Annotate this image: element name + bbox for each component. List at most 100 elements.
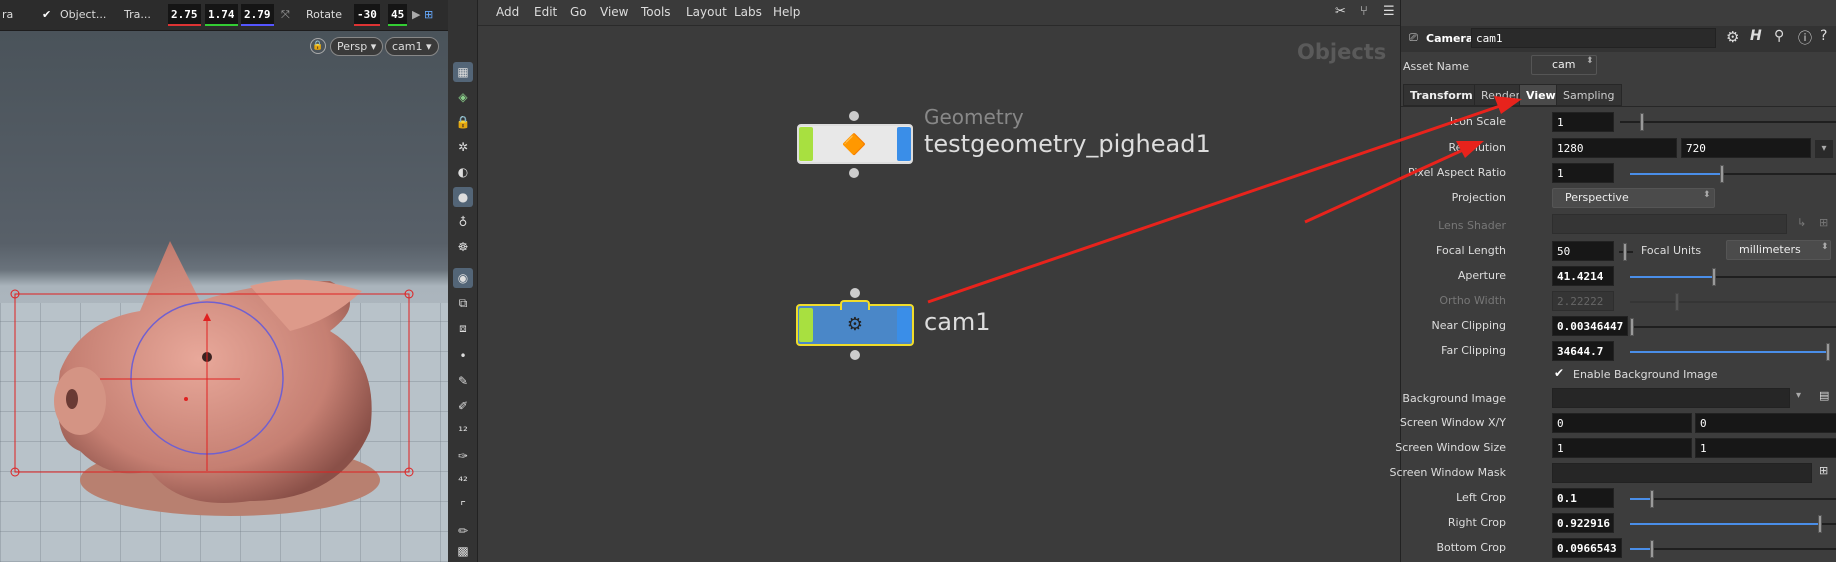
- right-crop-slider[interactable]: [1630, 515, 1836, 533]
- geometry-node-name[interactable]: testgeometry_pighead1: [924, 130, 1211, 158]
- screen-window-mask-field[interactable]: [1552, 463, 1812, 483]
- transform-menu[interactable]: Tra...: [124, 8, 151, 21]
- aperture-field[interactable]: 41.4214: [1552, 266, 1614, 286]
- tools-icon[interactable]: ✂: [1335, 4, 1346, 19]
- geometry-node[interactable]: 🔶: [797, 111, 913, 178]
- geometry-view-icon[interactable]: ☸: [453, 237, 473, 257]
- menu-edit[interactable]: Edit: [534, 5, 557, 19]
- geometry-node-icon: 🔶: [841, 132, 867, 156]
- focal-length-label: Focal Length: [1436, 244, 1506, 257]
- pixel-aspect-slider[interactable]: [1630, 165, 1836, 183]
- menu-layout[interactable]: Layout: [686, 5, 727, 19]
- menu-help[interactable]: Help: [773, 5, 800, 19]
- translate-y-field[interactable]: 1.74: [205, 4, 238, 26]
- left-crop-field[interactable]: 0.1: [1552, 488, 1614, 508]
- screen-window-y-field[interactable]: 0: [1695, 413, 1836, 433]
- node-chooser-icon[interactable]: ⊞: [1819, 464, 1828, 477]
- resolution-menu-icon[interactable]: ▾: [1815, 140, 1833, 158]
- info-icon[interactable]: ⓘ: [1798, 28, 1812, 48]
- sphere-icon[interactable]: ◐: [453, 162, 473, 182]
- far-clipping-field[interactable]: 34644.7: [1552, 341, 1614, 361]
- menu-go[interactable]: Go: [570, 5, 587, 19]
- resolution-x-field[interactable]: 1280: [1552, 138, 1677, 158]
- lock-tool-icon[interactable]: 🔒: [453, 112, 473, 132]
- screen-window-x-field[interactable]: 0: [1552, 413, 1692, 433]
- camera-view-icon[interactable]: ◉: [453, 268, 473, 288]
- node-name-field[interactable]: cam1: [1471, 28, 1716, 48]
- node-output-port[interactable]: [850, 350, 860, 360]
- question-icon[interactable]: ?: [1820, 28, 1827, 44]
- bg-image-menu-icon[interactable]: ▾: [1796, 390, 1801, 401]
- icon-scale-slider[interactable]: [1620, 113, 1836, 131]
- checkmark-icon[interactable]: ✔: [42, 8, 51, 21]
- right-crop-label: Right Crop: [1447, 516, 1506, 529]
- list-icon[interactable]: ☰: [1383, 4, 1395, 19]
- bulb-icon[interactable]: ♁: [453, 212, 473, 232]
- bg-image-field[interactable]: [1552, 388, 1790, 408]
- node-input-port[interactable]: [849, 111, 859, 121]
- pen-icon[interactable]: ✐: [453, 396, 473, 416]
- screen-window-size-y-field[interactable]: 1: [1695, 438, 1836, 458]
- right-crop-field[interactable]: 0.922916: [1552, 513, 1614, 533]
- transform-handle-icon[interactable]: ⤧: [281, 8, 290, 22]
- brush-icon[interactable]: ✎: [453, 371, 473, 391]
- object-menu[interactable]: Object...: [60, 8, 106, 21]
- pixel-aspect-field[interactable]: 1: [1552, 163, 1614, 183]
- focal-length-slider[interactable]: [1619, 243, 1633, 261]
- enable-bg-checkbox[interactable]: ✔: [1554, 366, 1564, 380]
- camera-node[interactable]: ⚙: [796, 288, 914, 360]
- help-h-icon[interactable]: H: [1750, 28, 1762, 44]
- node-output-port[interactable]: [849, 168, 859, 178]
- menu-tools[interactable]: Tools: [641, 5, 671, 19]
- translate-x-field[interactable]: 2.75: [168, 4, 201, 26]
- focal-length-field[interactable]: 50: [1552, 241, 1614, 261]
- paint-icon[interactable]: ✑: [453, 446, 473, 466]
- component-icon[interactable]: ◈: [453, 87, 473, 107]
- ortho-width-label: Ortho Width: [1439, 294, 1506, 307]
- bottom-crop-field[interactable]: 0.0966543: [1552, 538, 1622, 558]
- select-tool-icon[interactable]: ▦: [453, 62, 473, 82]
- network-editor[interactable]: [478, 0, 1400, 562]
- gear-icon[interactable]: ⚙: [1726, 28, 1739, 46]
- corner-icon[interactable]: ⌜: [453, 496, 473, 516]
- link-icon[interactable]: ⧉: [453, 293, 473, 313]
- resolution-y-field[interactable]: 720: [1681, 138, 1811, 158]
- menu-view[interactable]: View: [600, 5, 628, 19]
- pig-head-model[interactable]: [0, 31, 448, 562]
- number-icon[interactable]: ⁴²: [453, 471, 473, 491]
- bottom-crop-slider[interactable]: [1630, 540, 1836, 558]
- camera-node-name[interactable]: cam1: [924, 308, 991, 336]
- near-clipping-slider[interactable]: [1630, 318, 1836, 336]
- 3d-view[interactable]: 🔒 Persp ▾ cam1 ▾: [0, 31, 448, 562]
- search-param-icon[interactable]: ⚲: [1774, 28, 1784, 44]
- snap-icon[interactable]: ✲: [453, 137, 473, 157]
- grid-options-icon[interactable]: ⊞: [424, 8, 433, 21]
- play-arrow-icon[interactable]: ▶: [412, 8, 420, 21]
- display-icon[interactable]: ⧈: [453, 318, 473, 338]
- focal-units-dropdown[interactable]: millimeters: [1726, 240, 1831, 260]
- point-icon[interactable]: •: [453, 346, 473, 366]
- near-clipping-field[interactable]: 0.00346447: [1552, 316, 1628, 336]
- tab-transform[interactable]: Transform: [1403, 84, 1480, 106]
- translate-z-field[interactable]: 2.79: [241, 4, 274, 26]
- far-clipping-slider[interactable]: [1630, 343, 1830, 361]
- checker-icon[interactable]: ▩: [453, 541, 473, 561]
- menu-add[interactable]: Add: [496, 5, 519, 19]
- node-input-port[interactable]: [850, 288, 860, 298]
- left-crop-slider[interactable]: [1630, 490, 1836, 508]
- tree-icon[interactable]: ⑂: [1360, 4, 1368, 19]
- rotate-x-field[interactable]: -30: [354, 4, 380, 26]
- rotate-label: Rotate: [306, 8, 343, 21]
- icon-scale-field[interactable]: 1: [1552, 112, 1614, 132]
- eraser-icon[interactable]: ✏: [453, 521, 473, 541]
- tab-sampling[interactable]: Sampling: [1556, 84, 1622, 106]
- menu-labs[interactable]: Labs: [734, 5, 762, 19]
- screen-window-size-x-field[interactable]: 1: [1552, 438, 1692, 458]
- rotate-y-field[interactable]: 45: [388, 4, 408, 26]
- camera-node-icon: ⚙: [846, 314, 864, 335]
- file-chooser-icon[interactable]: ▤: [1819, 389, 1829, 402]
- projection-dropdown[interactable]: Perspective: [1552, 188, 1715, 208]
- text-icon[interactable]: ¹²: [453, 421, 473, 441]
- light-icon[interactable]: ●: [453, 187, 473, 207]
- aperture-slider[interactable]: [1630, 268, 1836, 286]
